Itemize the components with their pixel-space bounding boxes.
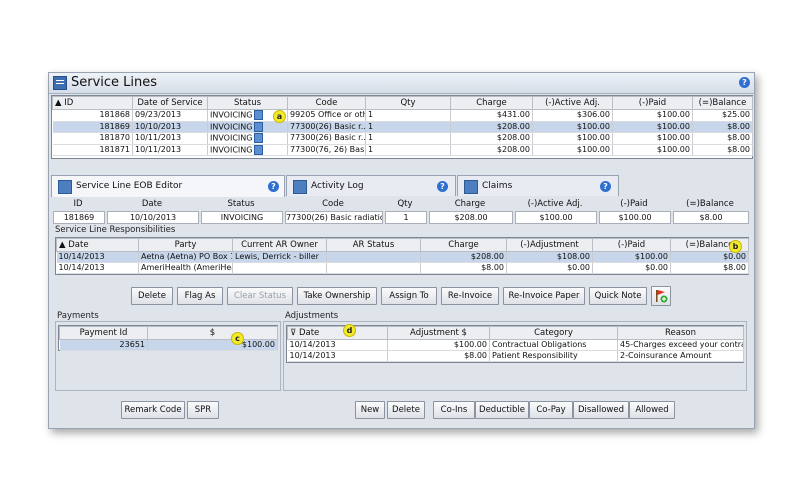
- col-header-qty[interactable]: Qty: [365, 96, 451, 110]
- col-header-id[interactable]: ▲ ID: [52, 96, 133, 110]
- document-icon[interactable]: [254, 144, 264, 155]
- flag-as-button[interactable]: Flag As: [177, 287, 223, 305]
- field-qty: 1: [385, 211, 427, 224]
- tab-activity-log[interactable]: Activity Log ?: [286, 175, 456, 196]
- col-header-party[interactable]: Party: [138, 238, 233, 252]
- col-header-ar-status[interactable]: AR Status: [326, 238, 421, 252]
- callout-badge-c: c: [231, 332, 244, 345]
- tab-claims[interactable]: Claims ?: [457, 175, 619, 196]
- table-row[interactable]: 10/14/2013 AmeriHealth (AmeriHealt $8.00…: [56, 262, 749, 274]
- col-header-balance[interactable]: (=)Balance: [692, 96, 753, 110]
- col-header-paid[interactable]: (-)Paid: [612, 96, 693, 110]
- assign-to-button[interactable]: Assign To: [381, 287, 437, 305]
- take-ownership-button[interactable]: Take Ownership: [297, 287, 377, 305]
- col-header-status[interactable]: Status: [207, 96, 288, 110]
- deductible-button[interactable]: Deductible: [475, 401, 529, 419]
- co-pay-button[interactable]: Co-Pay: [529, 401, 573, 419]
- re-invoice-paper-button[interactable]: Re-Invoice Paper: [503, 287, 585, 305]
- field-id: 181869: [53, 211, 105, 224]
- service-lines-table: ▲ ID Date of Service Status Code Qty Cha…: [51, 95, 753, 159]
- window-title: Service Lines: [71, 75, 158, 90]
- document-icon[interactable]: [254, 110, 264, 120]
- col-header-amount[interactable]: $: [147, 326, 278, 340]
- log-icon: [293, 180, 307, 194]
- responsibilities-table: ▲ Date Party Current AR Owner AR Status …: [55, 237, 749, 275]
- editor-icon: [58, 180, 72, 194]
- payments-table: Payment Id $ 23651 $100.00: [58, 325, 278, 351]
- help-icon[interactable]: ?: [739, 77, 750, 88]
- allowed-button[interactable]: Allowed: [629, 401, 675, 419]
- col-header-category[interactable]: Category: [489, 326, 618, 340]
- disallowed-button[interactable]: Disallowed: [573, 401, 629, 419]
- col-header-charge[interactable]: Charge: [420, 238, 507, 252]
- field-status: INVOICING: [201, 211, 283, 224]
- field-date: 10/10/2013: [107, 211, 199, 224]
- table-row[interactable]: 181869 10/10/2013 INVOICING 77300(26) Ba…: [52, 121, 753, 133]
- document-icon[interactable]: [254, 133, 264, 143]
- field-balance: $8.00: [673, 211, 749, 224]
- col-header-paid[interactable]: (-)Paid: [592, 238, 671, 252]
- col-header-adjustment[interactable]: (-)Adjustment: [506, 238, 593, 252]
- callout-badge-d: d: [343, 324, 356, 337]
- spr-button[interactable]: SPR: [187, 401, 219, 419]
- payments-panel: Payment Id $ 23651 $100.00: [55, 321, 281, 391]
- adjustments-label: Adjustments: [285, 311, 339, 321]
- field-charge: $208.00: [429, 211, 513, 224]
- claims-icon: [464, 180, 478, 194]
- table-icon: [53, 76, 67, 90]
- field-active-adj: $100.00: [515, 211, 597, 224]
- help-icon[interactable]: ?: [437, 181, 448, 192]
- col-header-adjustment[interactable]: Adjustment $: [387, 326, 490, 340]
- table-row[interactable]: 10/14/2013 $100.00 Contractual Obligatio…: [287, 339, 744, 351]
- callout-badge-b: b: [729, 240, 742, 253]
- col-header-charge[interactable]: Charge: [450, 96, 533, 110]
- responsibilities-label: Service Line Responsibilities: [55, 225, 176, 235]
- table-row[interactable]: 10/14/2013 $8.00 Patient Responsibility …: [287, 350, 744, 362]
- help-icon[interactable]: ?: [600, 181, 611, 192]
- col-header-payment-id[interactable]: Payment Id: [59, 326, 148, 340]
- table-row[interactable]: 181871 10/11/2013 INVOICING 77300(76, 26…: [52, 144, 753, 156]
- col-header-code[interactable]: Code: [287, 96, 366, 110]
- col-header-ar-owner[interactable]: Current AR Owner: [232, 238, 327, 252]
- table-row[interactable]: 181870 10/11/2013 INVOICING 77300(26) Ba…: [52, 132, 753, 145]
- col-header-date[interactable]: ▲ Date: [56, 238, 139, 252]
- co-ins-button[interactable]: Co-Ins: [433, 401, 475, 419]
- delete-button[interactable]: Delete: [131, 287, 173, 305]
- new-button[interactable]: New: [355, 401, 385, 419]
- document-icon[interactable]: [254, 121, 264, 132]
- delete-adjustment-button[interactable]: Delete: [387, 401, 425, 419]
- col-header-date[interactable]: Date of Service: [132, 96, 208, 110]
- col-header-active-adj[interactable]: (-)Active Adj.: [532, 96, 613, 110]
- table-row[interactable]: 181868 09/23/2013 INVOICING 99205 Office…: [52, 109, 753, 122]
- field-paid: $100.00: [599, 211, 671, 224]
- title-bar: Service Lines ?: [49, 73, 754, 94]
- help-icon[interactable]: ?: [268, 181, 279, 192]
- clear-status-button[interactable]: Clear Status: [227, 287, 293, 305]
- re-invoice-button[interactable]: Re-Invoice: [441, 287, 499, 305]
- payments-label: Payments: [57, 311, 99, 321]
- callout-badge-a: a: [273, 110, 286, 123]
- table-row[interactable]: 23651 $100.00: [59, 339, 278, 351]
- col-header-date[interactable]: ⊽ Date: [287, 326, 388, 340]
- tab-service-line-eob-editor[interactable]: Service Line EOB Editor ?: [51, 175, 285, 197]
- quick-note-button[interactable]: Quick Note: [589, 287, 647, 305]
- table-row[interactable]: 10/14/2013 Aetna (Aetna) PO Box 14 Lewis…: [56, 251, 749, 263]
- service-lines-window: Service Lines ? ▲ ID Date of Service Sta…: [48, 72, 755, 429]
- field-code: 77300(26) Basic radiatio: [285, 211, 383, 224]
- remark-code-button[interactable]: Remark Code: [121, 401, 185, 419]
- flag-add-icon[interactable]: [651, 286, 671, 306]
- col-header-reason[interactable]: Reason: [617, 326, 744, 340]
